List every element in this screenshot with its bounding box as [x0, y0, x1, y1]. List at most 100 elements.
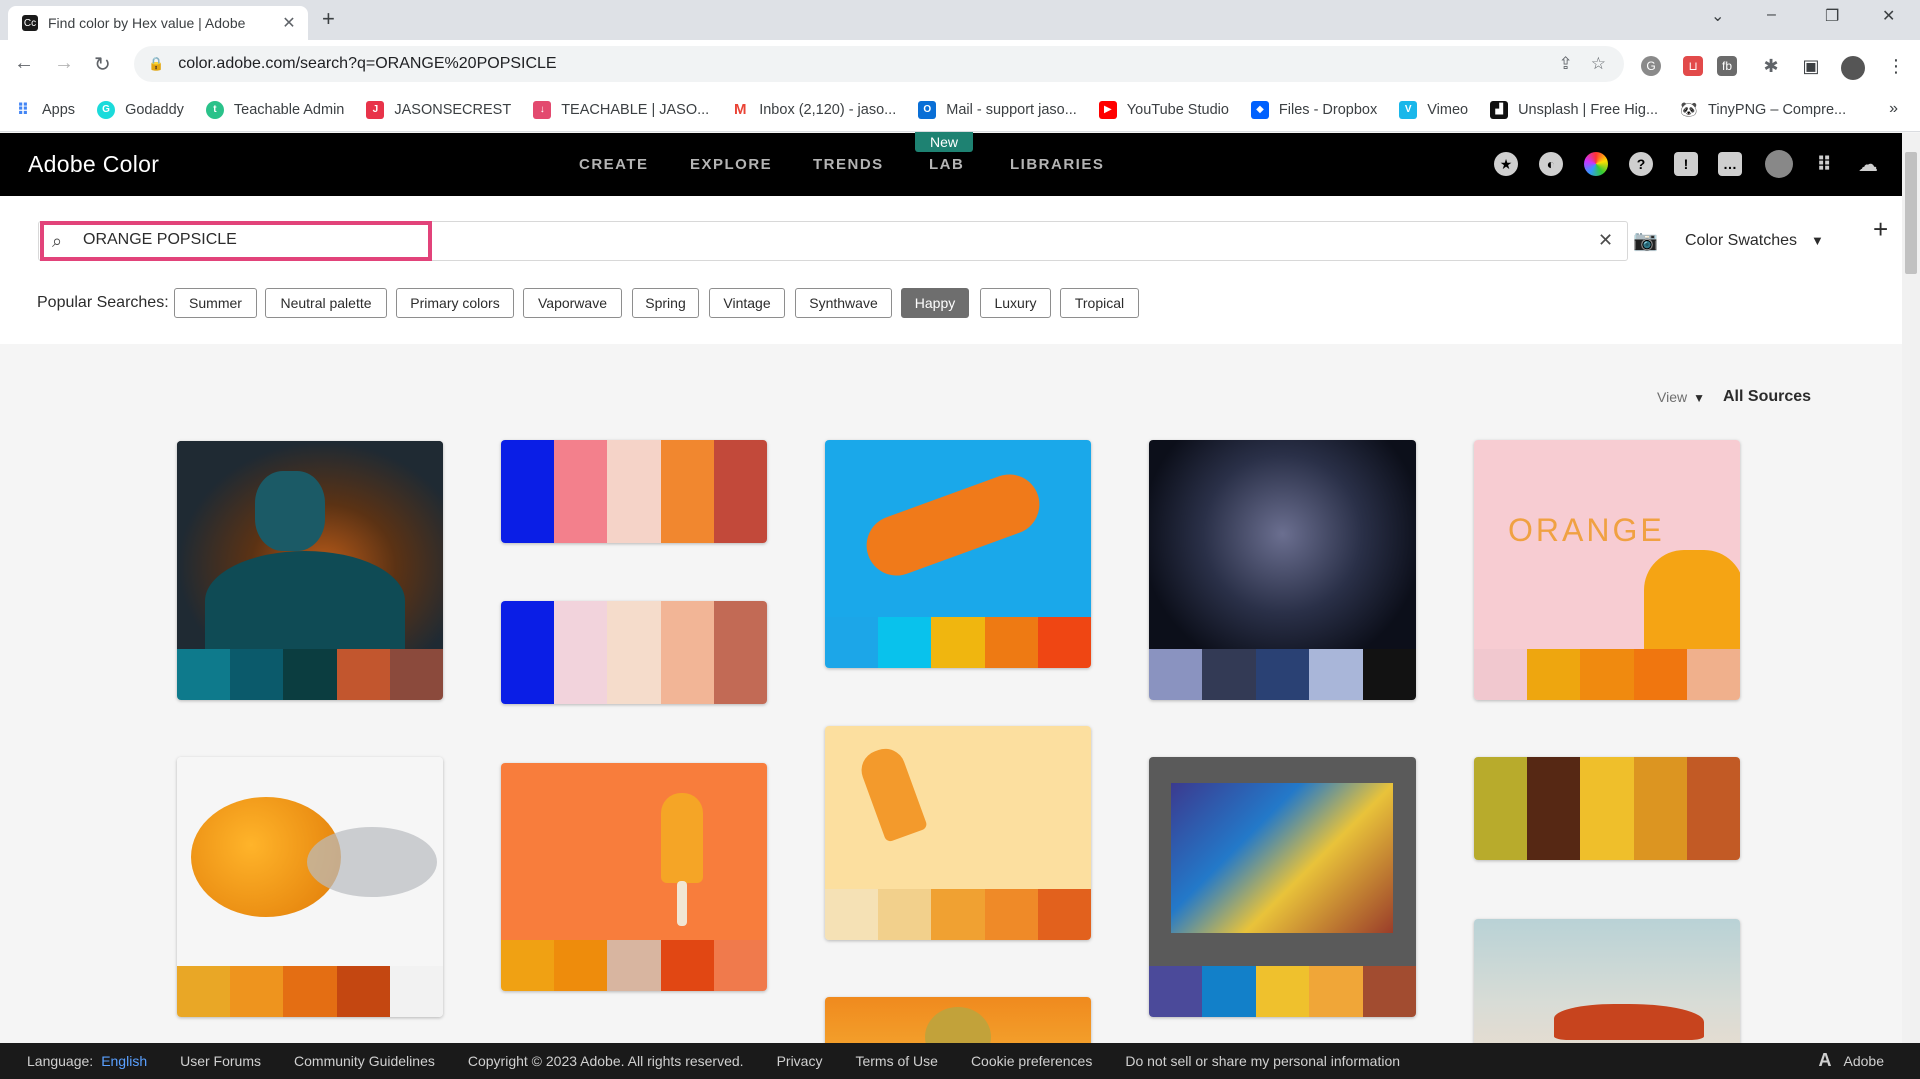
theme-card[interactable]	[825, 726, 1091, 940]
pocket-extension-icon[interactable]: ⊔	[1683, 56, 1703, 76]
footer-link-terms[interactable]: Terms of Use	[855, 1053, 937, 1069]
theme-card[interactable]	[177, 757, 443, 1017]
swatch	[607, 601, 661, 704]
share-icon[interactable]: ⇪	[1559, 54, 1573, 74]
nav-lab[interactable]: LAB	[929, 156, 964, 173]
footer-link-community-guidelines[interactable]: Community Guidelines	[294, 1053, 435, 1069]
footer-link-user-forums[interactable]: User Forums	[180, 1053, 261, 1069]
back-icon[interactable]: ←	[14, 52, 34, 75]
bookmark-unsplash[interactable]: ▟ Unsplash | Free Hig...	[1490, 100, 1658, 119]
popular-chip[interactable]: Neutral palette	[265, 288, 387, 318]
palette-card[interactable]	[501, 440, 767, 543]
bookmark-youtube-studio[interactable]: ▶ YouTube Studio	[1098, 100, 1229, 119]
theme-card[interactable]	[501, 763, 767, 991]
orange-poster-image: ORANGE	[1474, 440, 1740, 650]
reload-icon[interactable]: ↻	[94, 52, 111, 77]
user-avatar[interactable]	[1765, 150, 1793, 178]
profile-avatar[interactable]	[1841, 56, 1865, 80]
bookmark-inbox[interactable]: M Inbox (2,120) - jaso...	[731, 101, 896, 119]
swatch-strip	[177, 649, 443, 700]
portrait-shoulders	[205, 551, 405, 651]
forward-icon[interactable]: →	[54, 52, 74, 75]
browser-menu-icon[interactable]: ⋮	[1886, 56, 1906, 76]
view-dropdown[interactable]: View ▼	[1657, 389, 1705, 405]
bookmark-teachable-admin[interactable]: t Teachable Admin	[205, 100, 344, 119]
swatch	[177, 649, 231, 700]
browser-tab[interactable]: Cc Find color by Hex value | Adobe ✕	[8, 6, 308, 40]
bookmark-tinypng[interactable]: 🐼 TinyPNG – Compre...	[1680, 101, 1846, 119]
bookmark-label: JASONSECREST	[394, 101, 512, 118]
palette-card[interactable]	[1474, 757, 1740, 860]
footer-link-do-not-sell[interactable]: Do not sell or share my personal informa…	[1125, 1053, 1400, 1069]
popular-chip[interactable]: Tropical	[1060, 288, 1139, 318]
popular-chip[interactable]: Primary colors	[396, 288, 514, 318]
bookmarks-overflow-icon[interactable]: »	[1889, 100, 1898, 118]
bookmark-jasonsecrest[interactable]: J JASONSECREST	[366, 100, 512, 119]
app-switcher-grid-icon[interactable]: ⠿	[1812, 152, 1836, 176]
bookmark-dropbox[interactable]: ◆ Files - Dropbox	[1250, 100, 1377, 119]
language-selector[interactable]: English	[101, 1053, 147, 1069]
accessibility-contrast-icon[interactable]: ◐	[1539, 152, 1563, 176]
adobe-color-logo[interactable]: Adobe Color	[28, 151, 159, 178]
popular-chip[interactable]: Synthwave	[795, 288, 892, 318]
palette-card[interactable]	[501, 601, 767, 704]
scrollbar-thumb[interactable]	[1905, 152, 1917, 274]
close-window-icon[interactable]: ✕	[1882, 6, 1895, 26]
extension-icon[interactable]: fb	[1717, 56, 1737, 76]
theme-card[interactable]	[1149, 440, 1416, 700]
bookmark-teachable-jaso[interactable]: ↓ TEACHABLE | JASO...	[533, 100, 709, 119]
theme-card[interactable]	[825, 440, 1091, 668]
search-type-dropdown[interactable]: Color Swatches ▼	[1685, 232, 1824, 250]
footer-link-privacy[interactable]: Privacy	[777, 1053, 823, 1069]
popular-chip[interactable]: Vaporwave	[523, 288, 622, 318]
minimize-icon[interactable]: –	[1767, 6, 1776, 24]
feedback-chat-icon[interactable]: …	[1718, 152, 1742, 176]
all-sources-filter[interactable]: All Sources	[1723, 388, 1811, 406]
popular-chip[interactable]: Luxury	[980, 288, 1051, 318]
report-icon[interactable]: !	[1674, 152, 1698, 176]
grammarly-extension-icon[interactable]: G	[1641, 56, 1661, 76]
theme-card[interactable]: ORANGE	[1474, 440, 1740, 700]
star-icon[interactable]: ★	[1494, 152, 1518, 176]
adobe-footer-logo[interactable]: A Adobe	[1819, 1050, 1884, 1071]
new-tab-icon[interactable]: +	[322, 6, 335, 32]
side-panel-icon[interactable]: ▣	[1801, 56, 1821, 76]
swatch	[1202, 649, 1256, 700]
search-input[interactable]: ORANGE POPSICLE	[83, 231, 237, 249]
url-text[interactable]: color.adobe.com/search?q=ORANGE%20POPSIC…	[178, 55, 1558, 73]
help-icon[interactable]: ?	[1629, 152, 1653, 176]
address-bar[interactable]: 🔒 color.adobe.com/search?q=ORANGE%20POPS…	[134, 46, 1624, 82]
close-tab-icon[interactable]: ✕	[280, 13, 298, 33]
theme-card[interactable]	[1474, 919, 1740, 1059]
nav-trends[interactable]: TRENDS	[813, 156, 884, 173]
swatch-strip	[501, 601, 767, 704]
language-label: Language:	[27, 1053, 94, 1069]
puzzle-extensions-icon[interactable]: ✱	[1761, 56, 1781, 76]
swatch-strip	[825, 889, 1091, 940]
popular-chip[interactable]: Vintage	[709, 288, 785, 318]
nav-create[interactable]: CREATE	[579, 156, 649, 173]
footer-link-cookie-preferences[interactable]: Cookie preferences	[971, 1053, 1092, 1069]
popsicle-stick-shape	[677, 881, 687, 926]
popular-chip[interactable]: Spring	[632, 288, 699, 318]
popular-chip-active[interactable]: Happy	[901, 288, 969, 318]
bookmark-mail[interactable]: O Mail - support jaso...	[918, 100, 1077, 119]
popular-chip[interactable]: Summer	[174, 288, 257, 318]
bookmark-star-icon[interactable]: ☆	[1591, 54, 1606, 74]
camera-icon[interactable]: 📷	[1633, 228, 1658, 253]
bookmark-apps[interactable]: ⠿ Apps	[14, 101, 75, 119]
theme-card[interactable]	[1149, 757, 1416, 1017]
add-icon[interactable]: +	[1873, 214, 1888, 245]
bookmark-godaddy[interactable]: G Godaddy	[97, 100, 184, 119]
color-wheel-icon[interactable]	[1584, 152, 1608, 176]
nav-libraries[interactable]: LIBRARIES	[1010, 156, 1104, 173]
swatch	[1309, 966, 1363, 1017]
creative-cloud-icon[interactable]: ☁	[1853, 152, 1883, 176]
tab-search-chevron-icon[interactable]: ⌄	[1711, 6, 1724, 26]
pool-float-image	[825, 440, 1091, 617]
bookmark-vimeo[interactable]: V Vimeo	[1399, 100, 1468, 119]
nav-explore[interactable]: EXPLORE	[690, 156, 772, 173]
clear-search-icon[interactable]: ✕	[1598, 230, 1613, 251]
theme-card[interactable]	[177, 441, 443, 700]
restore-icon[interactable]: ❐	[1825, 6, 1839, 26]
